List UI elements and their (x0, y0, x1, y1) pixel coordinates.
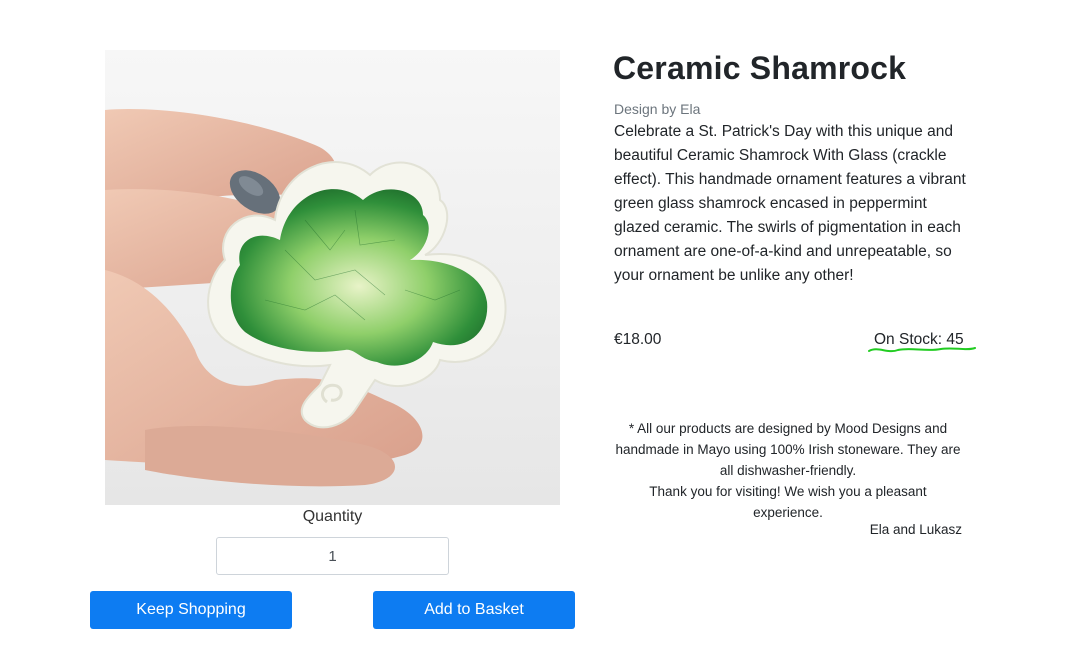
stock-underline-mark (868, 347, 976, 353)
notice-line-2: Thank you for visiting! We wish you a pl… (649, 484, 927, 520)
notice-signature: Ela and Lukasz (869, 522, 962, 537)
add-to-basket-button[interactable]: Add to Basket (373, 591, 575, 629)
notice-line-1: * All our products are designed by Mood … (615, 421, 961, 478)
product-price: €18.00 (614, 331, 662, 348)
quantity-label: Quantity (302, 508, 363, 525)
keep-shopping-button[interactable]: Keep Shopping (90, 591, 292, 629)
product-designer: Design by Ela (614, 101, 701, 117)
product-description: Celebrate a St. Patrick's Day with this … (614, 123, 966, 284)
product-title: Ceramic Shamrock (613, 50, 907, 86)
store-notice: * All our products are designed by Mood … (614, 418, 962, 523)
product-image (105, 50, 560, 505)
quantity-input[interactable] (216, 537, 449, 575)
